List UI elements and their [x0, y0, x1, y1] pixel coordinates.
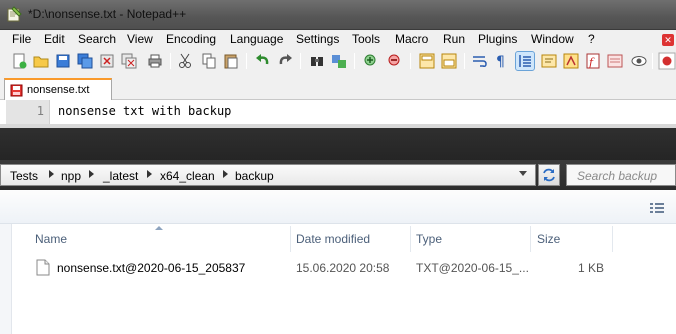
column-header-name[interactable]: Name — [35, 232, 67, 246]
save-all-icon[interactable] — [76, 52, 94, 70]
tab-bar: nonsense.txt — [0, 75, 676, 100]
window-title: *D:\nonsense.txt - Notepad++ — [28, 7, 187, 21]
user-defined-language-icon[interactable] — [540, 52, 558, 70]
close-document-icon[interactable]: ✕ — [662, 34, 674, 46]
unsaved-file-icon — [10, 84, 23, 97]
copy-icon[interactable] — [200, 52, 218, 70]
title-bar[interactable]: *D:\nonsense.txt - Notepad++ — [0, 0, 676, 30]
show-all-characters-icon[interactable]: ¶ — [492, 52, 510, 70]
undo-icon[interactable] — [254, 52, 272, 70]
zoom-out-icon[interactable] — [386, 52, 404, 70]
command-bar — [0, 190, 676, 224]
redo-icon[interactable] — [276, 52, 294, 70]
tab-label: nonsense.txt — [27, 84, 90, 96]
column-header-size[interactable]: Size — [537, 232, 560, 246]
address-bar[interactable]: Tests npp _latest x64_clean backup — [0, 164, 536, 186]
menu-encoding[interactable]: Encoding — [166, 32, 216, 46]
toolbar-separator — [354, 53, 355, 69]
menu-window[interactable]: Window — [531, 32, 574, 46]
menu-bar: File Edit Search View Encoding Language … — [0, 30, 676, 49]
line-number: 1 — [36, 104, 44, 118]
toolbar-separator — [464, 53, 465, 69]
column-header-type[interactable]: Type — [416, 232, 442, 246]
column-header-date-modified[interactable]: Date modified — [296, 232, 370, 246]
tab-nonsense-txt[interactable]: nonsense.txt — [4, 78, 112, 100]
refresh-button[interactable] — [538, 164, 560, 186]
column-divider[interactable] — [410, 226, 411, 252]
toolbar: ¶ f — [0, 49, 676, 75]
view-options-icon[interactable] — [650, 202, 664, 214]
window-gap — [0, 128, 676, 160]
toolbar-separator — [300, 53, 301, 69]
file-date-modified: 15.06.2020 20:58 — [296, 261, 390, 275]
word-wrap-icon[interactable] — [470, 52, 488, 70]
paste-icon[interactable] — [222, 52, 240, 70]
folder-as-workspace-icon[interactable] — [606, 52, 624, 70]
navigation-pane-edge — [0, 224, 12, 334]
address-dropdown-icon[interactable] — [519, 171, 527, 176]
column-divider[interactable] — [612, 226, 613, 252]
menu-language[interactable]: Language — [230, 32, 283, 46]
toolbar-separator — [246, 53, 247, 69]
open-file-icon[interactable] — [32, 52, 50, 70]
sync-horizontal-icon[interactable] — [440, 52, 458, 70]
record-macro-icon[interactable] — [658, 52, 676, 70]
replace-icon[interactable] — [330, 52, 348, 70]
file-icon — [36, 259, 50, 276]
explorer-navigation-bar: Tests npp _latest x64_clean backup Searc… — [0, 160, 676, 190]
menu-view[interactable]: View — [127, 32, 153, 46]
breadcrumb-backup[interactable]: backup — [235, 169, 274, 183]
sort-ascending-icon — [155, 226, 163, 230]
file-list: Name Date modified Type Size nonsense.tx… — [0, 224, 676, 334]
breadcrumb-tests[interactable]: Tests — [10, 169, 38, 183]
breadcrumb-chevron-icon[interactable] — [147, 170, 152, 178]
menu-edit[interactable]: Edit — [44, 32, 65, 46]
menu-plugins[interactable]: Plugins — [478, 32, 517, 46]
toolbar-separator — [170, 53, 171, 69]
column-divider[interactable] — [530, 226, 531, 252]
save-icon[interactable] — [54, 52, 72, 70]
table-row[interactable]: nonsense.txt@2020-06-15_205837 15.06.202… — [30, 258, 676, 278]
menu-macro[interactable]: Macro — [395, 32, 428, 46]
close-all-icon[interactable] — [120, 52, 138, 70]
refresh-icon — [543, 168, 555, 182]
breadcrumb-latest[interactable]: _latest — [103, 169, 138, 183]
editor-line-text[interactable]: nonsense txt with backup — [58, 104, 231, 118]
svg-text:¶: ¶ — [496, 54, 505, 70]
indent-guide-icon[interactable] — [515, 51, 535, 71]
menu-settings[interactable]: Settings — [296, 32, 339, 46]
file-type: TXT@2020-06-15_... — [416, 261, 529, 275]
toolbar-separator — [652, 53, 653, 69]
sync-vertical-icon[interactable] — [418, 52, 436, 70]
menu-search[interactable]: Search — [78, 32, 116, 46]
notepadpp-app-icon — [7, 6, 22, 22]
print-icon[interactable] — [146, 52, 164, 70]
cut-icon[interactable] — [176, 52, 194, 70]
monitoring-icon[interactable] — [630, 52, 648, 70]
function-list-icon[interactable]: f — [584, 52, 602, 70]
zoom-in-icon[interactable] — [362, 52, 380, 70]
toolbar-separator — [410, 53, 411, 69]
file-name[interactable]: nonsense.txt@2020-06-15_205837 — [57, 261, 245, 275]
find-icon[interactable] — [308, 52, 326, 70]
search-input[interactable]: Search backup — [566, 164, 676, 186]
search-placeholder: Search backup — [577, 169, 658, 183]
breadcrumb-chevron-icon[interactable] — [223, 170, 228, 178]
menu-help[interactable]: ? — [588, 32, 595, 46]
column-divider[interactable] — [290, 226, 291, 252]
file-size: 1 KB — [578, 261, 605, 275]
new-file-icon[interactable] — [10, 52, 28, 70]
notepadpp-window: *D:\nonsense.txt - Notepad++ File Edit S… — [0, 0, 676, 128]
menu-tools[interactable]: Tools — [352, 32, 380, 46]
breadcrumb-chevron-icon[interactable] — [89, 170, 94, 178]
breadcrumb-x64-clean[interactable]: x64_clean — [160, 169, 215, 183]
menu-file[interactable]: File — [12, 32, 31, 46]
breadcrumb-npp[interactable]: npp — [61, 169, 81, 183]
menu-run[interactable]: Run — [443, 32, 465, 46]
document-map-icon[interactable] — [562, 52, 580, 70]
breadcrumb-chevron-icon[interactable] — [49, 170, 54, 178]
close-file-icon[interactable] — [98, 52, 116, 70]
